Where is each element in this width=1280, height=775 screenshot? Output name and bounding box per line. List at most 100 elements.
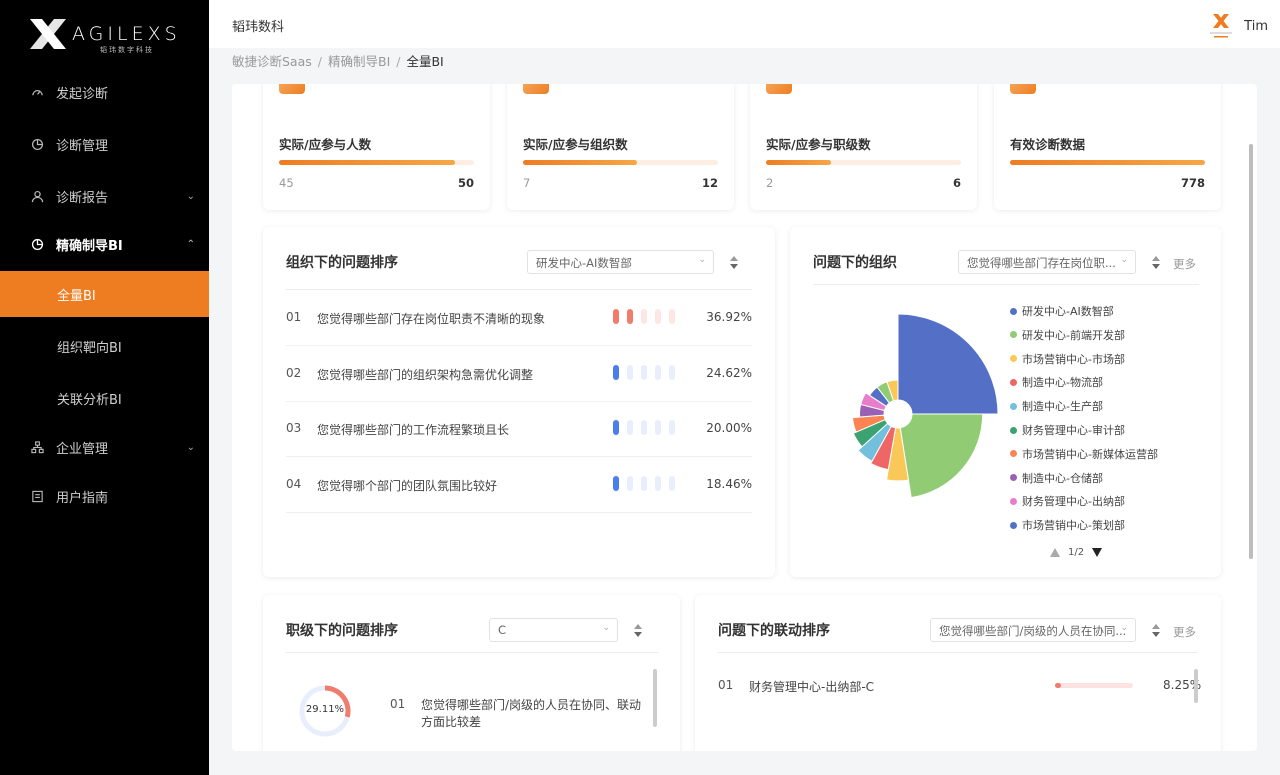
- pie-icon: [30, 237, 44, 251]
- row-no: 02: [286, 365, 302, 380]
- rose-slice[interactable]: [897, 313, 999, 415]
- linkage-progress: [1055, 683, 1133, 688]
- nav-sub-item-correlation-bi[interactable]: 关联分析BI: [0, 375, 209, 421]
- level-ranking-panel: 职级下的问题排序 C ⌄ 29.11% 01 您觉得哪些部门/岗级的人员在协同、…: [263, 595, 680, 751]
- legend-item[interactable]: 财务管理中心-审计部: [1010, 422, 1125, 438]
- level-bar: [627, 475, 633, 491]
- row-no: 01: [286, 310, 302, 324]
- nav-item-precision-bi[interactable]: 精确制导BI ⌃: [0, 221, 209, 267]
- stat-actual: 45: [279, 176, 294, 190]
- stat-card-valid-data: 有效诊断数据 778: [994, 84, 1221, 210]
- stat-progress-fill: [1010, 160, 1205, 165]
- page-next-icon[interactable]: [1092, 548, 1103, 557]
- level-bar: [627, 309, 633, 324]
- stat-progress: [766, 160, 961, 165]
- more-link[interactable]: 更多: [1173, 624, 1196, 640]
- nav-item-diagnosis-management[interactable]: 诊断管理: [0, 121, 209, 167]
- nav-item-user-guide[interactable]: 用户指南: [0, 473, 209, 519]
- table-row[interactable]: 01 您觉得哪些部门存在岗位职责不清晰的现象 36.92%: [286, 290, 752, 346]
- linkage-select[interactable]: 您觉得哪些部门/岗级的人员在协同... ⌄: [930, 618, 1136, 642]
- stat-progress-fill: [523, 160, 637, 165]
- row-text: 财务管理中心-出纳部-C: [749, 680, 875, 694]
- nav-item-enterprise-management[interactable]: 企业管理 ⌄: [0, 424, 209, 470]
- level-bar: [669, 309, 675, 324]
- divider: [286, 652, 658, 653]
- sort-toggle-icon[interactable]: [1152, 622, 1162, 640]
- row-text: 您觉得哪些部门存在岗位职责不清晰的现象: [317, 312, 546, 326]
- table-row[interactable]: 03 您觉得哪些部门的工作流程繁琐且长 20.00%: [286, 401, 752, 457]
- panel-title: 问题下的组织: [813, 255, 897, 271]
- breadcrumb-item[interactable]: 精确制导BI: [328, 54, 390, 69]
- nav-sub-label: 关联分析BI: [57, 392, 122, 408]
- problem-org-panel: 问题下的组织 您觉得哪些部门存在岗位职... ⌄ 更多 研发中心-AI数智部 研发…: [790, 227, 1221, 577]
- legend-dot: [1010, 331, 1017, 339]
- legend-item[interactable]: 市场营销中心-策划部: [1010, 517, 1125, 533]
- nav-sub-item-org-target-bi[interactable]: 组织靶向BI: [0, 323, 209, 369]
- legend-label: 制造中心-仓储部: [1022, 471, 1103, 485]
- scrollbar[interactable]: [653, 669, 657, 727]
- legend-item[interactable]: 研发中心-前端开发部: [1010, 327, 1125, 343]
- legend-dot: [1010, 307, 1017, 315]
- stat-title: 实际/应参与人数: [279, 137, 372, 152]
- user-avatar-logo-icon: [1210, 14, 1233, 38]
- level-bar: [655, 420, 661, 435]
- sort-toggle-icon[interactable]: [634, 622, 644, 640]
- legend-dot: [1010, 426, 1017, 434]
- nav-sub-item-full-bi[interactable]: 全量BI: [0, 271, 209, 317]
- breadcrumb-item[interactable]: 敏捷诊断Saas: [232, 54, 312, 69]
- legend-label: 市场营销中心-策划部: [1022, 519, 1125, 533]
- nav-item-start-diagnosis[interactable]: 发起诊断: [0, 69, 209, 115]
- legend-item[interactable]: 市场营销中心-市场部: [1010, 351, 1125, 367]
- level-bar: [655, 475, 661, 491]
- level-select[interactable]: C ⌄: [489, 618, 618, 642]
- scrollbar[interactable]: [1194, 669, 1198, 703]
- linkage-select-value: 您觉得哪些部门/岗级的人员在协同...: [939, 624, 1127, 638]
- dashboard-icon: [30, 85, 44, 99]
- legend-dot: [1010, 450, 1017, 458]
- stat-card-participants: 实际/应参与人数 45 50: [263, 84, 490, 210]
- legend-label: 制造中心-物流部: [1022, 376, 1103, 390]
- stat-target: 50: [457, 176, 474, 190]
- row-pct: 36.92%: [706, 310, 752, 324]
- nav-label: 发起诊断: [56, 86, 109, 102]
- legend-item[interactable]: 财务管理中心-出纳部: [1010, 493, 1125, 509]
- row-no: 01: [390, 697, 406, 711]
- legend-label: 市场营销中心-市场部: [1022, 352, 1125, 366]
- nav-item-diagnosis-report[interactable]: 诊断报告 ⌄: [0, 173, 209, 219]
- breadcrumb: 敏捷诊断Saas / 精确制导BI / 全量BI: [232, 54, 444, 69]
- topbar: 韬玮数科 Tim: [209, 0, 1280, 48]
- level-bar: [655, 309, 661, 324]
- people-icon: [279, 84, 305, 94]
- level-bar: [641, 364, 647, 380]
- table-row[interactable]: 02 您觉得哪些部门的组织架构急需优化调整 24.62%: [286, 346, 752, 402]
- legend-dot: [1010, 474, 1017, 482]
- legend-item[interactable]: 市场营销中心-新媒体运营部: [1010, 446, 1158, 462]
- user-menu[interactable]: Tim: [1208, 12, 1268, 40]
- sort-toggle-icon[interactable]: [1152, 254, 1162, 272]
- legend-dot: [1010, 497, 1017, 505]
- legend-item[interactable]: 制造中心-生产部: [1010, 398, 1103, 414]
- level-bars: [613, 309, 683, 324]
- legend-item[interactable]: 研发中心-AI数智部: [1010, 303, 1114, 319]
- panel-title: 职级下的问题排序: [286, 623, 398, 639]
- level-bar: [641, 420, 647, 435]
- more-link[interactable]: 更多: [1173, 256, 1196, 272]
- level-bar: [627, 364, 633, 380]
- chevron-down-icon: ⌄: [1120, 255, 1128, 265]
- table-row[interactable]: 04 您觉得哪个部门的团队氛围比较好 18.46%: [286, 457, 752, 513]
- legend-label: 研发中心-AI数智部: [1022, 305, 1114, 318]
- page-prev-icon[interactable]: [1050, 548, 1060, 557]
- level-bar: [613, 309, 619, 324]
- content-scrollbar[interactable]: [1249, 144, 1253, 559]
- main-content[interactable]: 实际/应参与人数 45 50 实际/应参与组织数 7 12 实际/应参与职级数 …: [232, 84, 1257, 751]
- rose-slice[interactable]: [899, 413, 984, 499]
- chevron-down-icon: ⌄: [1120, 623, 1128, 633]
- legend-item[interactable]: 制造中心-物流部: [1010, 374, 1103, 390]
- sort-toggle-icon[interactable]: [730, 254, 740, 272]
- row-text: 您觉得哪些部门的工作流程繁琐且长: [317, 423, 510, 437]
- problem-select[interactable]: 您觉得哪些部门存在岗位职... ⌄: [958, 250, 1136, 274]
- stat-title: 实际/应参与组织数: [523, 137, 628, 152]
- org-select[interactable]: 研发中心-AI数智部 ⌄: [527, 250, 714, 274]
- legend-item[interactable]: 制造中心-仓储部: [1010, 470, 1103, 486]
- org-icon: [30, 440, 44, 454]
